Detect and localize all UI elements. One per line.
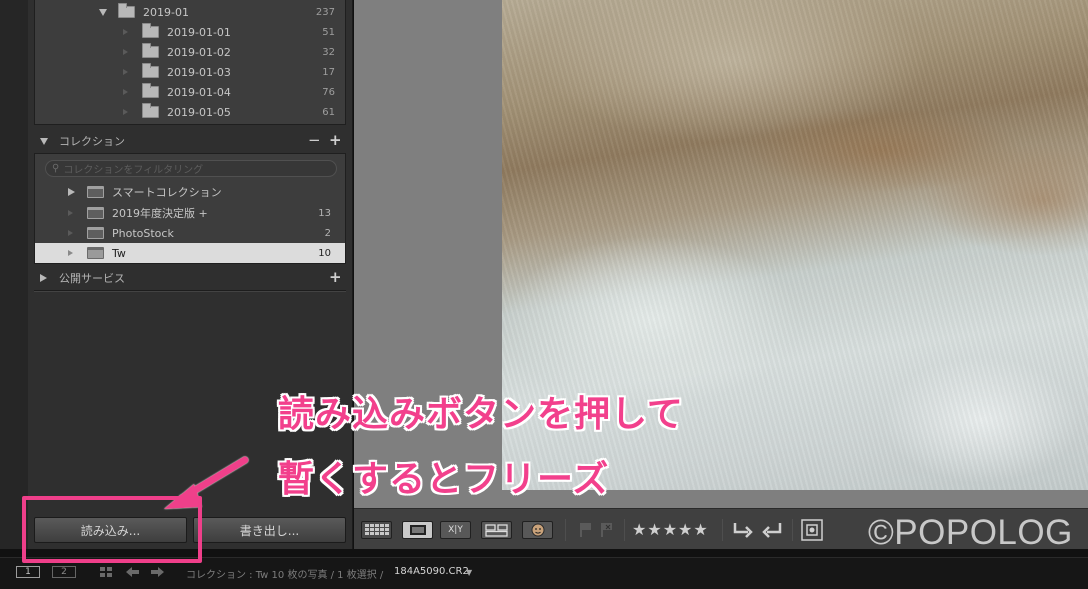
toolbar-separator [565, 519, 566, 541]
disclosure-right-icon [123, 49, 128, 55]
folder-count: 237 [315, 6, 335, 18]
collection-icon [87, 207, 104, 219]
folder-count: 61 [322, 106, 335, 118]
collections-header[interactable]: コレクション − + [28, 130, 353, 152]
survey-view-icon [484, 523, 508, 537]
grid-view-button[interactable] [361, 521, 392, 539]
folder-count: 76 [322, 86, 335, 98]
folder-label: 2019-01-01 [167, 25, 231, 39]
add-collection-button[interactable]: + [329, 133, 342, 148]
collection-row-selected[interactable]: Tw 10 [35, 243, 345, 263]
folder-count: 51 [322, 26, 335, 38]
folder-count: 17 [322, 66, 335, 78]
grid-small-icon[interactable] [100, 567, 114, 578]
survey-view-button[interactable] [481, 521, 512, 539]
collection-icon [87, 227, 104, 239]
collection-icon [87, 247, 104, 259]
collection-label: スマートコレクション [112, 186, 222, 199]
smart-collection-set-icon [87, 186, 104, 198]
folder-icon [142, 43, 159, 58]
folder-label: 2019-01-03 [167, 65, 231, 79]
primary-window-button[interactable]: 1 [16, 566, 40, 578]
disclosure-right-icon [123, 89, 128, 95]
left-edge-strip [0, 0, 28, 549]
selected-filename[interactable]: 184A5090.CR2 [394, 566, 469, 577]
crop-icon[interactable] [801, 519, 823, 541]
folder-row-parent[interactable]: 2019-01 237 [35, 2, 345, 22]
folder-icon [142, 23, 159, 38]
folder-icon [142, 83, 159, 98]
disclosure-right-icon [68, 230, 73, 236]
grid-view-icon [364, 524, 389, 535]
collection-count: 2 [324, 227, 331, 239]
loupe-view-button[interactable] [402, 521, 433, 539]
disclosure-right-icon[interactable] [68, 188, 75, 196]
folders-panel: 2019-01 237 2019-01-01 51 2019-01-02 32 … [34, 0, 346, 125]
toolbar-separator [792, 519, 793, 541]
publish-services-header[interactable]: 公開サービス + [28, 267, 353, 289]
collection-row-smart[interactable]: スマートコレクション [35, 182, 345, 202]
folder-label: 2019-01 [143, 5, 189, 19]
folder-row[interactable]: 2019-01-03 17 [35, 62, 345, 82]
folder-icon [142, 63, 159, 78]
rotate-right-icon[interactable] [761, 521, 783, 539]
source-info-text: コレクション : Tw 10 枚の写真 / 1 枚選択 / [186, 570, 384, 581]
annotation-line-2: 暫くするとフリーズ [278, 459, 610, 500]
forward-arrow-icon[interactable] [150, 567, 164, 578]
back-arrow-icon[interactable] [126, 567, 140, 578]
remove-collection-button[interactable]: − [308, 133, 321, 148]
people-view-button[interactable] [522, 521, 553, 539]
reject-flag-icon[interactable] [600, 522, 614, 538]
collection-row[interactable]: PhotoStock 2 [35, 223, 345, 243]
publish-services-title: 公開サービス [59, 272, 125, 285]
loupe-view-icon [409, 525, 426, 535]
collection-row[interactable]: 2019年度決定版 + 13 [35, 203, 345, 223]
filter-placeholder: コレクションをフィルタリング [63, 165, 204, 176]
folder-icon [142, 103, 159, 118]
folder-label: 2019-01-02 [167, 45, 231, 59]
disclosure-right-icon [123, 29, 128, 35]
disclosure-down-icon[interactable] [40, 137, 48, 145]
add-publish-service-button[interactable]: + [329, 270, 342, 285]
disclosure-right-icon [68, 210, 73, 216]
secondary-window-button[interactable]: 2 [52, 566, 76, 578]
disclosure-right-icon [68, 250, 73, 256]
folder-label: 2019-01-05 [167, 105, 231, 119]
compare-view-button[interactable]: X|Y [440, 521, 471, 539]
toolbar-separator [624, 519, 625, 541]
disclosure-right-icon[interactable] [40, 274, 47, 282]
import-button-highlight [22, 496, 202, 563]
folder-row[interactable]: 2019-01-02 32 [35, 42, 345, 62]
search-icon: ⚲ [52, 163, 60, 174]
collection-label: Tw [112, 246, 126, 260]
collections-title: コレクション [59, 135, 125, 148]
annotation-line-1: 読み込みボタンを押して [278, 394, 684, 435]
folder-row[interactable]: 2019-01-05 61 [35, 102, 345, 122]
rotate-left-icon[interactable] [732, 521, 754, 539]
panel-divider [34, 290, 346, 292]
folder-label: 2019-01-04 [167, 85, 231, 99]
star-rating[interactable]: ★★★★★ [632, 520, 709, 539]
disclosure-right-icon [123, 109, 128, 115]
folder-icon [118, 3, 135, 18]
collection-count: 10 [318, 247, 331, 259]
watermark: ©POPOLOG [868, 513, 1073, 552]
disclosure-right-icon [123, 69, 128, 75]
folder-row[interactable]: 2019-01-01 51 [35, 22, 345, 42]
collections-panel: ⚲ コレクションをフィルタリング スマートコレクション 2019年度決定版 + … [34, 153, 346, 264]
face-icon [531, 523, 544, 537]
folder-row[interactable]: 2019-01-04 76 [35, 82, 345, 102]
flag-icon[interactable] [579, 522, 593, 538]
collection-label: PhotoStock [112, 226, 174, 240]
disclosure-down-icon[interactable] [99, 8, 107, 16]
folder-count: 32 [322, 46, 335, 58]
filename-dropdown-icon[interactable]: ▼ [466, 568, 472, 577]
collection-filter-input[interactable]: ⚲ コレクションをフィルタリング [45, 160, 337, 177]
toolbar-separator [722, 519, 723, 541]
compare-view-icon: X|Y [448, 525, 463, 535]
collection-count: 13 [318, 207, 331, 219]
collection-label: 2019年度決定版 + [112, 207, 208, 220]
